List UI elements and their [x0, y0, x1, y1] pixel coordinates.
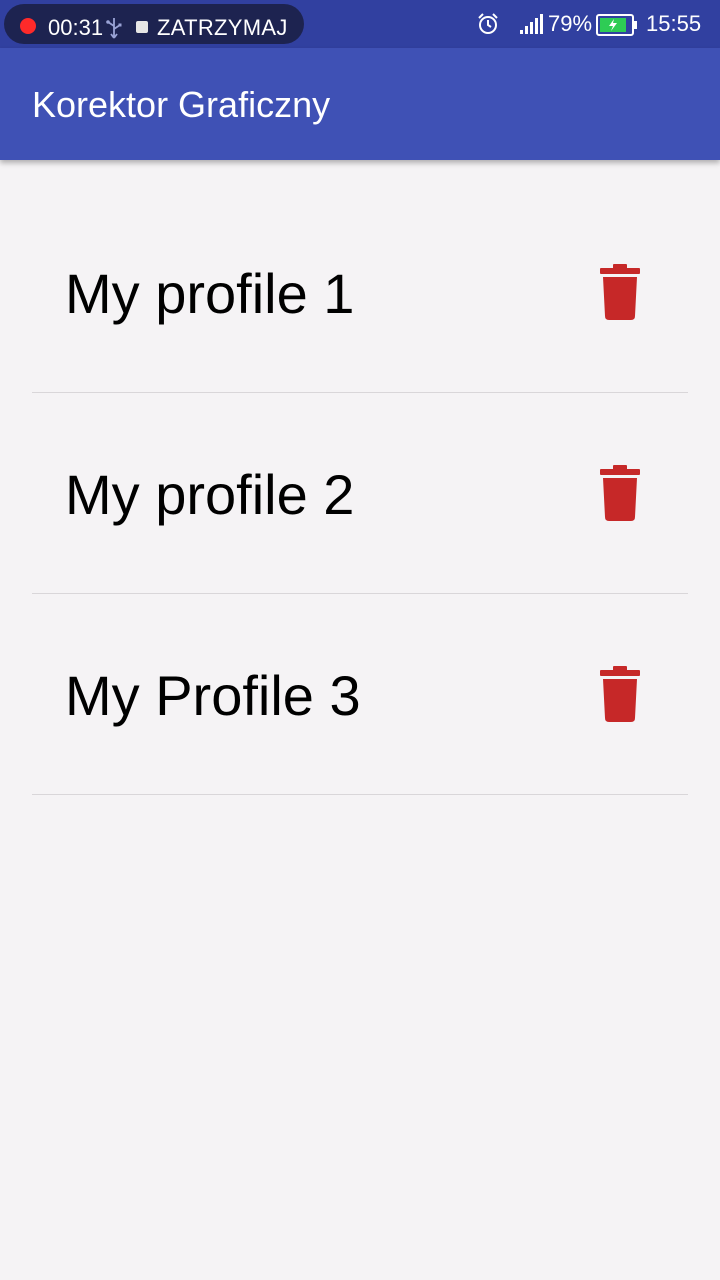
stop-icon: [136, 21, 148, 33]
status-bar: 00:31 ZATRZYMAJ 79% 15:55: [0, 0, 720, 48]
trash-icon: [600, 465, 640, 521]
clock: 15:55: [646, 11, 702, 36]
alarm-icon: [478, 13, 498, 34]
app-bar: Korektor Graficzny: [0, 48, 720, 160]
battery-icon: [596, 14, 637, 36]
stop-recording-button[interactable]: ZATRZYMAJ: [157, 15, 288, 41]
profile-row[interactable]: My Profile 3: [0, 594, 720, 795]
battery-percentage: 79%: [548, 11, 593, 36]
profile-name: My profile 2: [65, 463, 355, 526]
profile-row[interactable]: My profile 2: [0, 393, 720, 594]
profile-list: My profile 1 My profile 2 My Profile 3: [0, 160, 720, 795]
profile-row[interactable]: My profile 1: [0, 192, 720, 393]
record-dot-icon: [20, 18, 36, 34]
trash-icon: [600, 264, 640, 320]
app-title: Korektor Graficzny: [32, 84, 331, 125]
signal-icon: [520, 14, 543, 34]
row-divider: [32, 794, 688, 795]
delete-profile-button[interactable]: [596, 664, 644, 724]
profile-name: My Profile 3: [65, 664, 361, 727]
recording-time: 00:31: [48, 15, 104, 40]
profile-name: My profile 1: [65, 262, 355, 325]
screen-recording-pill[interactable]: 00:31 ZATRZYMAJ: [4, 4, 304, 44]
usb-icon: [106, 18, 122, 39]
delete-profile-button[interactable]: [596, 463, 644, 523]
delete-profile-button[interactable]: [596, 262, 644, 322]
trash-icon: [600, 666, 640, 722]
